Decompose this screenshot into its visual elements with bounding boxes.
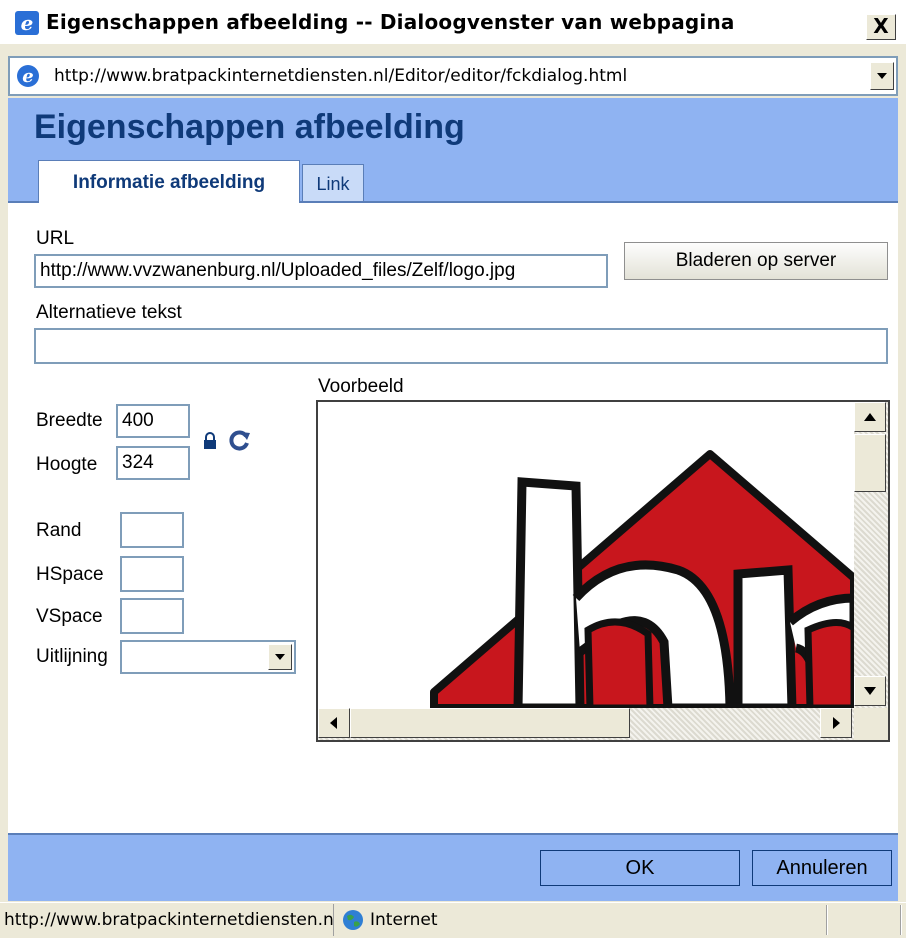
vertical-scrollbar[interactable] xyxy=(854,402,888,708)
status-divider xyxy=(900,905,902,935)
align-label: Uitlijning xyxy=(36,646,108,667)
height-input[interactable]: 324 xyxy=(116,446,190,480)
scroll-down-icon[interactable] xyxy=(854,676,886,706)
height-label: Hoogte xyxy=(36,454,98,475)
width-label: Breedte xyxy=(36,410,103,431)
address-dropdown-button[interactable] xyxy=(870,62,894,90)
status-zone: Internet xyxy=(370,910,438,930)
address-bar: e http://www.bratpackinternetdiensten.nl… xyxy=(8,56,898,96)
horizontal-scroll-thumb[interactable] xyxy=(350,708,630,738)
browse-server-button[interactable]: Bladeren op server xyxy=(624,242,888,280)
alt-text-label: Alternatieve tekst xyxy=(36,302,182,323)
close-icon: X xyxy=(873,14,889,38)
url-label: URL xyxy=(36,228,75,249)
border-label: Rand xyxy=(36,520,82,541)
hspace-input[interactable] xyxy=(120,556,184,592)
vertical-scroll-thumb[interactable] xyxy=(854,434,886,492)
window-title: Eigenschappen afbeelding -- Dialoogvenst… xyxy=(46,10,735,34)
cancel-button[interactable]: Annuleren xyxy=(752,850,892,886)
globe-icon xyxy=(342,909,364,931)
svg-text:e: e xyxy=(21,11,34,35)
preview-pane[interactable] xyxy=(316,400,890,742)
lock-icon[interactable] xyxy=(202,432,218,450)
alt-text-input[interactable] xyxy=(34,328,888,364)
border-input[interactable] xyxy=(120,512,184,548)
tab-image-info[interactable]: Informatie afbeelding xyxy=(38,160,300,203)
vspace-input[interactable] xyxy=(120,598,184,634)
ie-icon: e xyxy=(16,64,40,88)
align-dropdown-button[interactable] xyxy=(268,644,292,670)
preview-label: Voorbeeld xyxy=(318,376,404,397)
ie-icon: e xyxy=(14,10,40,36)
width-input[interactable]: 400 xyxy=(116,404,190,438)
scroll-left-icon[interactable] xyxy=(318,708,350,738)
dropdown-arrow-icon xyxy=(275,654,285,660)
reset-size-icon[interactable] xyxy=(226,428,252,454)
svg-text:e: e xyxy=(22,66,33,87)
status-divider xyxy=(826,905,828,935)
status-text: http://www.bratpackinternetdiensten.nl/E… xyxy=(4,904,334,936)
dropdown-arrow-icon xyxy=(877,73,887,79)
scroll-up-icon[interactable] xyxy=(854,402,886,432)
scroll-right-icon[interactable] xyxy=(820,708,852,738)
horizontal-scrollbar[interactable] xyxy=(318,708,854,740)
address-text: http://www.bratpackinternetdiensten.nl/E… xyxy=(54,66,628,86)
close-button[interactable]: X xyxy=(866,14,896,40)
tab-link[interactable]: Link xyxy=(302,164,364,201)
hspace-label: HSpace xyxy=(36,564,104,585)
dialog-heading: Eigenschappen afbeelding xyxy=(34,108,465,146)
scrollbar-corner xyxy=(854,708,888,740)
ok-button[interactable]: OK xyxy=(540,850,740,886)
preview-image xyxy=(318,402,859,713)
align-select[interactable] xyxy=(120,640,296,674)
vspace-label: VSpace xyxy=(36,606,103,627)
url-input[interactable]: http://www.vvzwanenburg.nl/Uploaded_file… xyxy=(34,254,608,288)
